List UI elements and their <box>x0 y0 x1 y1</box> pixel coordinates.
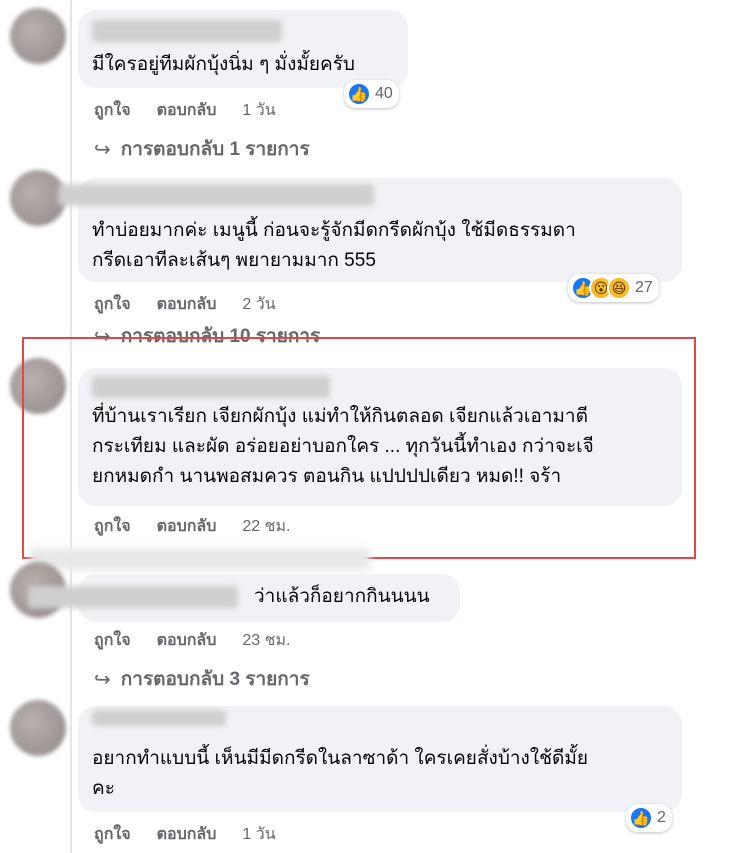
reaction-count: 27 <box>635 279 653 296</box>
reply-button[interactable]: ตอบกลับ <box>157 292 217 317</box>
like-icon: 👍 <box>347 82 371 106</box>
comment-text: อยากทำแบบนี้ เห็นมีมีดกรีดในลาซาด้า ใครเ… <box>92 748 588 799</box>
reply-button[interactable]: ตอบกลับ <box>157 822 217 847</box>
like-button[interactable]: ถูกใจ <box>94 822 131 847</box>
comment-bubble: ว่าแล้วก็อยากกินนนน <box>28 574 460 622</box>
reply-arrow-icon: ↪ <box>94 138 111 161</box>
comment-text: มีใครอยู่ทีมผักบุ้งนิ่ม ๆ มั่งมั้ยครับ <box>92 54 355 75</box>
comment-actions: ถูกใจ ตอบกลับ 1 วัน <box>94 98 276 123</box>
like-button[interactable]: ถูกใจ <box>94 628 131 653</box>
replies-label: การตอบกลับ 1 รายการ <box>120 139 310 160</box>
avatar[interactable] <box>10 8 66 64</box>
view-replies-link[interactable]: ↪ การตอบกลับ 1 รายการ <box>94 134 310 164</box>
view-replies-link[interactable]: ↪ การตอบกลับ 3 รายการ <box>94 664 310 694</box>
comment-actions: ถูกใจ ตอบกลับ 23 ชม. <box>94 628 290 653</box>
avatar[interactable] <box>10 700 66 756</box>
author-name-redacted[interactable] <box>92 710 226 726</box>
comment-bubble: อยากทำแบบนี้ เห็นมีมีดกรีดในลาซาด้า ใครเ… <box>78 706 682 812</box>
comment-actions: ถูกใจ ตอบกลับ 2 วัน <box>94 292 276 317</box>
reply-button[interactable]: ตอบกลับ <box>157 628 217 653</box>
like-icon: 👍 <box>629 806 653 830</box>
author-name-redacted[interactable] <box>28 586 238 608</box>
reaction-summary[interactable]: 👍 😮 😆 27 <box>568 274 659 302</box>
redacted-area <box>30 548 370 570</box>
like-button[interactable]: ถูกใจ <box>94 292 131 317</box>
timestamp[interactable]: 23 ชม. <box>242 628 290 653</box>
reply-button[interactable]: ตอบกลับ <box>157 98 217 123</box>
timestamp[interactable]: 2 วัน <box>242 292 275 317</box>
reaction-count: 2 <box>657 809 666 826</box>
author-name-redacted[interactable] <box>58 184 374 206</box>
haha-icon: 😆 <box>607 276 631 300</box>
like-button[interactable]: ถูกใจ <box>94 98 131 123</box>
timestamp[interactable]: 1 วัน <box>242 822 275 847</box>
reaction-count: 40 <box>375 85 393 102</box>
timestamp[interactable]: 1 วัน <box>242 98 275 123</box>
comment-text: ทำบ่อยมากค่ะ เมนูนี้ ก่อนจะรู้จักมีดกรีด… <box>92 220 576 271</box>
comment-bubble: มีใครอยู่ทีมผักบุ้งนิ่ม ๆ มั่งมั้ยครับ <box>78 10 408 88</box>
reaction-summary[interactable]: 👍 40 <box>344 80 399 108</box>
comment-text: ว่าแล้วก็อยากกินนนน <box>254 586 430 607</box>
comment-actions: ถูกใจ ตอบกลับ 1 วัน <box>94 822 276 847</box>
reply-arrow-icon: ↪ <box>94 668 111 691</box>
highlight-frame <box>22 337 696 559</box>
replies-label: การตอบกลับ 3 รายการ <box>120 669 310 690</box>
reaction-summary[interactable]: 👍 2 <box>626 804 672 832</box>
comment-bubble: ทำบ่อยมากค่ะ เมนูนี้ ก่อนจะรู้จักมีดกรีด… <box>58 178 682 282</box>
author-name-redacted[interactable] <box>92 20 282 42</box>
